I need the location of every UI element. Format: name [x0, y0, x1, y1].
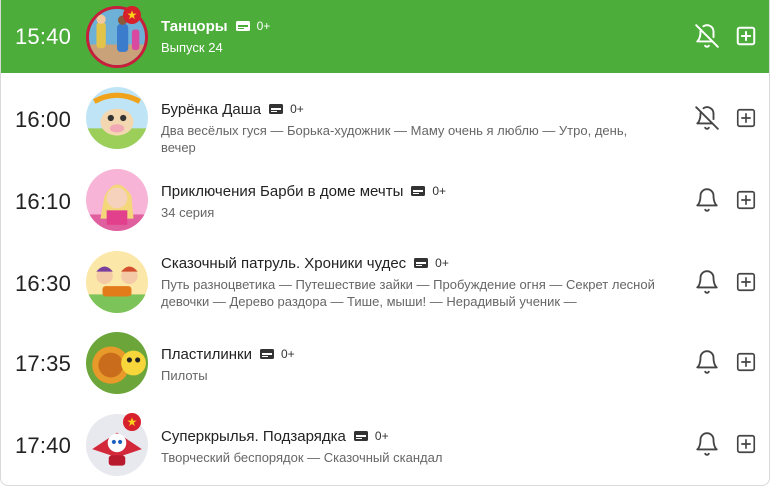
program-info: Приключения Барби в доме мечты 0+ 34 сер…	[161, 182, 661, 221]
program-info: Бурёнка Даша 0+ Два весёлых гуся — Борьк…	[161, 100, 661, 156]
program-description: Пилоты	[161, 368, 208, 383]
subtitles-icon	[353, 431, 368, 441]
program-description: Творческий беспорядок — Сказочный сканда…	[161, 450, 443, 465]
tv-schedule-list: 15:40 ★ Танцоры 0+ Выпуск 24 16:00 Бурён…	[0, 0, 770, 486]
add-to-list-button[interactable]	[735, 271, 757, 293]
program-row[interactable]: 16:00 Бурёнка Даша 0+ Два весёлых гуся —…	[1, 77, 769, 159]
program-title[interactable]: Бурёнка Даша	[161, 101, 261, 118]
program-title[interactable]: Танцоры	[161, 18, 228, 35]
age-rating: 0+	[374, 429, 389, 443]
featured-star-icon: ★	[123, 413, 141, 431]
program-thumbnail	[86, 332, 148, 394]
age-rating: 0+	[435, 256, 449, 270]
program-info: Танцоры 0+ Выпуск 24	[161, 17, 661, 56]
subtitles-icon	[269, 104, 284, 114]
program-info: Суперкрылья. Подзарядка 0+ Творческий бе…	[161, 427, 661, 466]
program-time: 16:30	[15, 271, 72, 296]
add-to-list-button[interactable]	[735, 189, 757, 211]
program-time: 15:40	[15, 24, 72, 49]
program-time: 16:00	[15, 107, 72, 132]
program-title[interactable]: Сказочный патруль. Хроники чудес	[161, 255, 406, 272]
subtitles-icon	[411, 186, 426, 196]
subtitles-icon	[259, 349, 274, 359]
add-to-list-button[interactable]	[735, 25, 757, 47]
add-to-list-button[interactable]	[735, 107, 757, 129]
program-row[interactable]: 15:40 ★ Танцоры 0+ Выпуск 24	[1, 0, 769, 73]
program-description: Путь разноцветика — Путешествие зайки — …	[161, 277, 655, 309]
program-description: Выпуск 24	[161, 40, 223, 55]
program-row[interactable]: 16:10 Приключения Барби в доме мечты 0+ …	[1, 159, 769, 241]
bell-off-icon[interactable]	[694, 105, 720, 131]
program-description: 34 серия	[161, 205, 215, 220]
program-description: Два весёлых гуся — Борька-художник — Мам…	[161, 123, 628, 155]
program-info: Пластилинки 0+ Пилоты	[161, 345, 661, 384]
program-row[interactable]: 17:40 ★ Суперкрылья. Подзарядка 0+ Творч…	[1, 405, 769, 485]
subtitles-icon	[235, 21, 250, 31]
program-thumbnail	[86, 169, 148, 231]
program-row[interactable]: 16:30 Сказочный патруль. Хроники чудес 0…	[1, 241, 769, 323]
program-time: 17:35	[15, 351, 72, 376]
bell-icon[interactable]	[694, 431, 720, 457]
program-title[interactable]: Пластилинки	[161, 346, 252, 363]
age-rating: 0+	[256, 19, 271, 33]
program-thumbnail	[86, 87, 148, 149]
program-thumbnail	[86, 251, 148, 313]
program-time: 16:10	[15, 189, 72, 214]
program-title[interactable]: Приключения Барби в доме мечты	[161, 183, 403, 200]
bell-off-icon[interactable]	[694, 23, 720, 49]
program-info: Сказочный патруль. Хроники чудес 0+ Путь…	[161, 254, 661, 310]
age-rating: 0+	[432, 184, 447, 198]
subtitles-icon	[414, 258, 429, 268]
program-title[interactable]: Суперкрылья. Подзарядка	[161, 428, 346, 445]
add-to-list-button[interactable]	[735, 433, 757, 455]
age-rating: 0+	[280, 347, 295, 361]
program-time: 17:40	[15, 433, 72, 458]
bell-icon[interactable]	[694, 269, 720, 295]
featured-star-icon: ★	[123, 6, 141, 24]
age-rating: 0+	[290, 102, 304, 116]
bell-icon[interactable]	[694, 187, 720, 213]
bell-icon[interactable]	[694, 349, 720, 375]
program-row[interactable]: 17:35 Пластилинки 0+ Пилоты	[1, 323, 769, 405]
add-to-list-button[interactable]	[735, 351, 757, 373]
